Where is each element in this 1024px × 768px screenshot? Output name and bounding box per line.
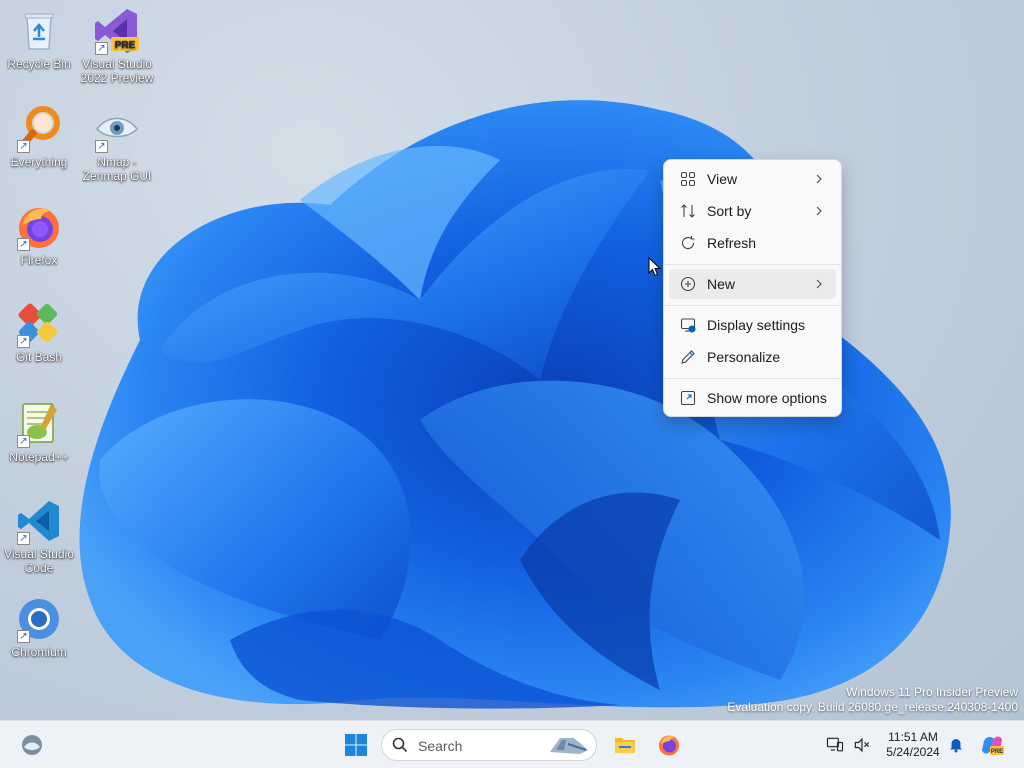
- desktop-icon-git-bash[interactable]: ↗ Git Bash: [1, 300, 77, 364]
- grid-view-icon: [679, 170, 697, 188]
- notifications-button[interactable]: [941, 729, 971, 761]
- menu-item-label: Display settings: [707, 317, 806, 333]
- desktop-icon-vscode[interactable]: ↗ Visual Studio Code: [1, 497, 77, 575]
- desktop-icon-firefox[interactable]: ↗ Firefox: [1, 203, 77, 267]
- desktop-icon-label: Chromium: [11, 645, 67, 659]
- search-highlight-icon: [550, 738, 588, 754]
- shortcut-arrow-icon: ↗: [95, 140, 108, 153]
- taskbar-search-box[interactable]: Search: [381, 729, 597, 761]
- desktop-icon-label: Notepad++: [9, 450, 69, 464]
- refresh-icon: [679, 234, 697, 252]
- shortcut-arrow-icon: ↗: [17, 435, 30, 448]
- menu-item-new[interactable]: New: [669, 269, 836, 299]
- file-explorer-icon: [615, 738, 635, 753]
- desktop-icon-label: Visual Studio 2022 Preview: [80, 57, 154, 85]
- clock-date: 5/24/2024: [886, 745, 940, 759]
- widgets-button[interactable]: [16, 729, 48, 761]
- nmap-eye-icon: ↗: [93, 105, 141, 153]
- chromium-icon: ↗: [15, 595, 63, 643]
- firefox-icon: ↗: [15, 203, 63, 251]
- visual-studio-preview-icon: PRE ↗: [93, 7, 141, 55]
- menu-item-view[interactable]: View: [669, 164, 836, 194]
- start-windows-icon: [345, 734, 367, 756]
- menu-item-label: Refresh: [707, 235, 757, 251]
- desktop-icon-visual-studio-preview[interactable]: PRE ↗ Visual Studio 2022 Preview: [79, 7, 155, 85]
- recycle-bin-icon: [15, 7, 63, 55]
- chevron-right-icon: [816, 206, 822, 216]
- file-explorer-button[interactable]: [609, 729, 641, 761]
- menu-item-sort-by[interactable]: Sort by: [669, 196, 836, 226]
- desktop-icon-label: Recycle Bin: [7, 57, 71, 71]
- desktop-icon-label: Visual Studio Code: [4, 547, 74, 575]
- clock-time: 11:51 AM: [888, 730, 938, 744]
- firefox-icon: [659, 735, 679, 756]
- display-settings-icon: [679, 316, 697, 334]
- desktop-icon-label: Firefox: [20, 253, 58, 267]
- menu-item-refresh[interactable]: Refresh: [669, 228, 836, 258]
- watermark-line-1: Windows 11 Pro Insider Preview: [846, 685, 1018, 699]
- desktop-icon-everything[interactable]: ↗ Everything: [1, 105, 77, 169]
- network-monitor-icon: [826, 737, 844, 752]
- shortcut-arrow-icon: ↗: [17, 238, 30, 251]
- menu-item-label: Personalize: [707, 349, 781, 365]
- menu-item-label: Show more options: [707, 390, 827, 406]
- search-icon: [392, 737, 408, 753]
- widgets-icon: [22, 735, 42, 755]
- shortcut-arrow-icon: ↗: [95, 42, 108, 55]
- taskbar: Search 11:51 AM 5/24/2024 PRE: [0, 720, 1024, 768]
- shortcut-arrow-icon: ↗: [17, 140, 30, 153]
- plus-circle-icon: [679, 275, 697, 293]
- shortcut-arrow-icon: ↗: [17, 630, 30, 643]
- chevron-right-icon: [816, 174, 822, 184]
- menu-separator: [664, 264, 841, 265]
- vscode-icon: ↗: [15, 497, 63, 545]
- external-options-icon: [679, 389, 697, 407]
- copilot-button[interactable]: PRE: [976, 729, 1008, 761]
- evaluation-watermark: Windows 11 Pro Insider Preview Evaluatio…: [727, 685, 1018, 715]
- desktop-icon-nmap-zenmap[interactable]: ↗ Nmap - Zenmap GUI: [79, 105, 155, 183]
- desktop-icon-label: Git Bash: [15, 350, 63, 364]
- taskbar-clock[interactable]: 11:51 AM 5/24/2024: [876, 730, 950, 760]
- menu-item-label: Sort by: [707, 203, 752, 219]
- start-button[interactable]: [340, 729, 372, 761]
- notification-bell-icon: [950, 739, 962, 753]
- git-bash-icon: ↗: [15, 300, 63, 348]
- shortcut-arrow-icon: ↗: [17, 335, 30, 348]
- menu-separator: [664, 378, 841, 379]
- firefox-taskbar-button[interactable]: [653, 729, 685, 761]
- network-tray-button[interactable]: [820, 729, 850, 761]
- menu-item-label: View: [707, 171, 738, 187]
- desktop-icon-chromium[interactable]: ↗ Chromium: [1, 595, 77, 659]
- menu-item-personalize[interactable]: Personalize: [669, 342, 836, 372]
- volume-muted-icon: [854, 737, 870, 753]
- everything-search-icon: ↗: [15, 105, 63, 153]
- desktop-icon-label: Nmap - Zenmap GUI: [82, 155, 152, 183]
- desktop-icon-recycle-bin[interactable]: Recycle Bin: [1, 7, 77, 71]
- pen-icon: [679, 348, 697, 366]
- watermark-line-2: Evaluation copy. Build 26080.ge_release.…: [727, 700, 1018, 714]
- mouse-pointer-icon: [648, 257, 662, 277]
- sort-arrows-icon: [679, 202, 697, 220]
- menu-separator: [664, 305, 841, 306]
- pre-badge: PRE: [115, 40, 136, 51]
- desktop-context-menu: View Sort by Refresh New Display setting…: [663, 159, 842, 417]
- menu-item-display-settings[interactable]: Display settings: [669, 310, 836, 340]
- shortcut-arrow-icon: ↗: [17, 532, 30, 545]
- chevron-right-icon: [816, 279, 822, 289]
- menu-item-show-more-options[interactable]: Show more options: [669, 383, 836, 413]
- desktop-icon-notepad-plus-plus[interactable]: ↗ Notepad++: [1, 400, 77, 464]
- copilot-pre-badge: PRE: [991, 749, 1003, 755]
- search-placeholder: Search: [418, 738, 463, 754]
- desktop-icon-label: Everything: [10, 155, 68, 169]
- notepad-plus-plus-icon: ↗: [15, 400, 63, 448]
- menu-item-label: New: [707, 276, 736, 292]
- volume-tray-button[interactable]: [847, 729, 877, 761]
- copilot-icon: PRE: [982, 736, 1004, 755]
